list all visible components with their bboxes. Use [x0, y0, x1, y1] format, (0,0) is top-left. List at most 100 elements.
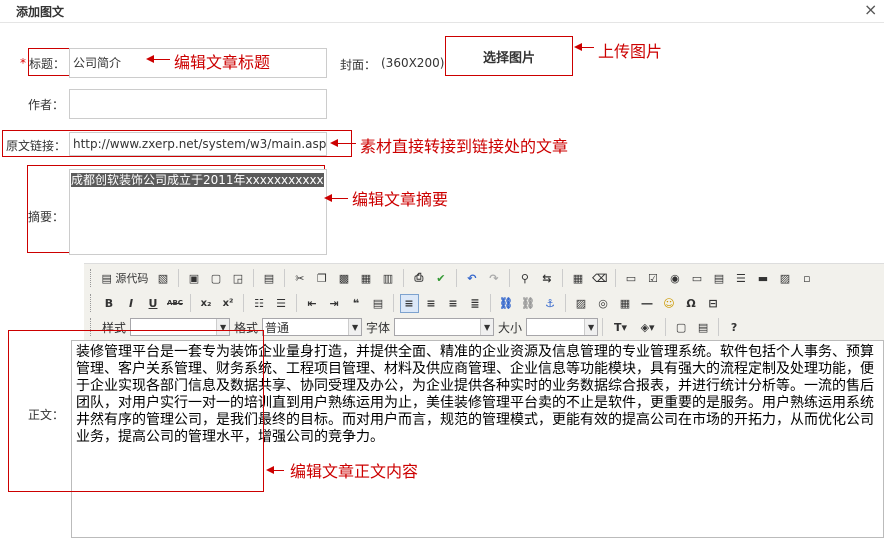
toolbar-separator: [243, 294, 244, 312]
preview-icon[interactable]: ▧: [153, 269, 172, 288]
underline-button[interactable]: U: [144, 294, 163, 313]
smiley-icon[interactable]: ☺: [660, 294, 679, 313]
format-select[interactable]: 普通 ▼: [262, 318, 363, 336]
toolbar-separator: [602, 318, 604, 336]
background-color-icon[interactable]: ◈▾: [636, 318, 660, 337]
link-annotation: 素材直接转接到链接处的文章: [360, 137, 569, 156]
indent-icon[interactable]: ⇥: [325, 294, 344, 313]
maximize-icon[interactable]: ▢: [672, 318, 691, 337]
title-label: 标题：: [29, 57, 66, 71]
cut-icon[interactable]: ✂: [290, 269, 309, 288]
body-arrow-head: [266, 466, 274, 474]
cover-size: (360X200): [381, 56, 445, 70]
superscript-button[interactable]: x²: [219, 294, 238, 313]
save-icon[interactable]: ▣: [184, 269, 203, 288]
paste-word-icon[interactable]: ▥: [378, 269, 397, 288]
summary-arrow-head: [324, 194, 332, 202]
image-button-icon[interactable]: ▨: [775, 269, 794, 288]
strike-button[interactable]: ABC: [166, 294, 185, 313]
align-left-icon[interactable]: ≡: [399, 293, 419, 313]
hidden-field-icon[interactable]: ▫: [797, 269, 816, 288]
page-break-icon[interactable]: ⊟: [704, 294, 723, 313]
form-icon[interactable]: ▭: [621, 269, 640, 288]
body-highlight-box: [8, 330, 264, 492]
source-button[interactable]: ▤ 源代码: [100, 269, 151, 288]
outdent-icon[interactable]: ⇤: [303, 294, 322, 313]
align-center-icon[interactable]: ≡: [422, 294, 441, 313]
radio-icon[interactable]: ◉: [665, 269, 684, 288]
spellcheck-icon[interactable]: ✔: [431, 269, 450, 288]
align-justify-icon[interactable]: ≣: [466, 294, 485, 313]
toolbar-row-2: B I U ABC x₂ x² ☷ ☰ ⇤ ⇥ ❝ ▤ ≡ ≡ ≡ ≣ ⛓ ⛓ …: [84, 291, 724, 315]
preview-page-icon[interactable]: ◲: [228, 269, 247, 288]
help-icon[interactable]: ?: [725, 318, 744, 337]
copy-icon[interactable]: ❐: [312, 269, 331, 288]
toolbar-separator: [561, 269, 563, 287]
textarea-icon[interactable]: ▤: [709, 269, 728, 288]
bold-button[interactable]: B: [100, 294, 119, 313]
numbered-list-icon[interactable]: ☷: [250, 294, 269, 313]
summary-textarea[interactable]: 成都创软装饰公司成立于2011年xxxxxxxxxxx: [69, 169, 327, 255]
upload-annotation: 上传图片: [598, 42, 663, 61]
image-icon[interactable]: ▨: [572, 294, 591, 313]
toolbar-separator: [296, 294, 297, 312]
flash-icon[interactable]: ◎: [594, 294, 613, 313]
toolbar-separator: [402, 269, 404, 287]
link-arrow-head: [330, 139, 338, 147]
align-right-icon[interactable]: ≡: [444, 294, 463, 313]
italic-button[interactable]: I: [122, 294, 141, 313]
toolbar-separator: [614, 269, 616, 287]
chevron-down-icon: ▼: [584, 319, 598, 335]
textfield-icon[interactable]: ▭: [687, 269, 706, 288]
toolbar-separator: [718, 318, 720, 336]
bullet-list-icon[interactable]: ☰: [272, 294, 291, 313]
find-icon[interactable]: ⚲: [515, 269, 534, 288]
author-input[interactable]: [69, 89, 327, 119]
new-page-icon[interactable]: ▢: [206, 269, 225, 288]
source-label: 源代码: [115, 272, 149, 285]
link-icon[interactable]: ⛓: [497, 294, 516, 313]
toolbar-separator: [455, 269, 457, 287]
div-container-icon[interactable]: ▤: [369, 294, 388, 313]
text-color-icon[interactable]: T▾: [609, 318, 633, 337]
select-image-button[interactable]: 选择图片: [445, 36, 573, 76]
select-all-icon[interactable]: ▦: [568, 269, 587, 288]
show-blocks-icon[interactable]: ▤: [694, 318, 713, 337]
replace-icon[interactable]: ⇆: [537, 269, 556, 288]
table-icon[interactable]: ▦: [616, 294, 635, 313]
dialog-header: [0, 0, 884, 22]
close-icon[interactable]: ×: [864, 0, 877, 19]
toolbar-row-1: ▤ 源代码 ▧ ▣ ▢ ◲ ▤ ✂ ❐ ▩ ▦ ▥ ⎙ ✔ ↶ ↷ ⚲ ⇆ ▦ …: [84, 266, 818, 290]
toolbar-separator: [565, 294, 566, 312]
toolbar-separator: [508, 269, 510, 287]
remove-format-icon[interactable]: ⌫: [590, 269, 609, 288]
chevron-down-icon: ▼: [480, 319, 494, 335]
print-icon[interactable]: ⎙: [409, 269, 428, 288]
toolbar-separator: [252, 269, 254, 287]
summary-annotation: 编辑文章摘要: [352, 190, 449, 209]
anchor-icon[interactable]: ⚓: [541, 294, 560, 313]
toolbar-separator: [177, 269, 179, 287]
header-divider: [0, 22, 884, 23]
font-select[interactable]: ▼: [394, 318, 495, 336]
blockquote-icon[interactable]: ❝: [347, 294, 366, 313]
dialog-title: 添加图文: [16, 5, 65, 19]
chevron-down-icon: ▼: [348, 319, 362, 335]
undo-icon[interactable]: ↶: [462, 269, 481, 288]
paste-text-icon[interactable]: ▦: [356, 269, 375, 288]
checkbox-icon[interactable]: ☑: [643, 269, 662, 288]
special-char-icon[interactable]: Ω: [682, 294, 701, 313]
size-select[interactable]: ▼: [526, 318, 599, 336]
paste-icon[interactable]: ▩: [334, 269, 353, 288]
source-icon: ▤: [101, 271, 112, 285]
toolbar-separator: [393, 294, 394, 312]
template-icon[interactable]: ▤: [259, 269, 278, 288]
link-input[interactable]: http://www.zxerp.net/system/w3/main.aspx…: [69, 132, 327, 156]
select-field-icon[interactable]: ☰: [731, 269, 750, 288]
unlink-icon[interactable]: ⛓: [519, 294, 538, 313]
subscript-button[interactable]: x₂: [197, 294, 216, 313]
button-field-icon[interactable]: ▬: [753, 269, 772, 288]
toolbar-separator: [190, 294, 191, 312]
redo-icon[interactable]: ↷: [484, 269, 503, 288]
horizontal-rule-icon[interactable]: ―: [638, 294, 657, 313]
